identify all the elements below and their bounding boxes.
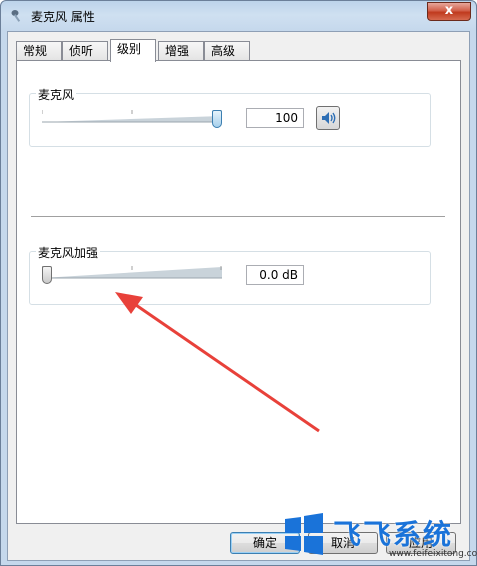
microphone-label: 麦克风 bbox=[36, 86, 77, 103]
slider-track bbox=[42, 266, 222, 279]
tab-enhancements[interactable]: 增强 bbox=[158, 41, 204, 61]
title-bar[interactable]: 麦克风 属性 x bbox=[1, 1, 476, 31]
tab-listen[interactable]: 侦听 bbox=[62, 41, 108, 61]
watermark: 飞飞系统 www.feifeixitong.com bbox=[281, 509, 477, 561]
tab-advanced[interactable]: 高级 bbox=[204, 41, 250, 61]
slider-track bbox=[42, 110, 222, 123]
microphone-value[interactable]: 100 bbox=[246, 108, 304, 128]
microphone-slider-thumb[interactable] bbox=[212, 110, 222, 128]
windows-logo-icon bbox=[285, 513, 323, 555]
levels-panel: 麦克风 100 麦克风加强 0.0 dB bbox=[16, 60, 461, 524]
tab-levels[interactable]: 级别 bbox=[110, 39, 156, 62]
microphone-slider[interactable] bbox=[42, 107, 222, 133]
window-title: 麦克风 属性 bbox=[31, 10, 95, 24]
boost-label: 麦克风加强 bbox=[36, 244, 101, 261]
tab-general[interactable]: 常规 bbox=[16, 41, 62, 61]
section-divider bbox=[31, 216, 445, 218]
boost-value[interactable]: 0.0 dB bbox=[246, 265, 304, 285]
watermark-url: www.feifeixitong.com bbox=[389, 549, 477, 559]
watermark-brand: 飞飞系统 bbox=[333, 518, 454, 551]
microphone-group: 麦克风 100 bbox=[29, 86, 431, 147]
client-area: 常规 侦听 级别 增强 高级 麦克风 100 麦克风加强 0.0 dB 确定 取… bbox=[7, 31, 470, 561]
properties-window: 麦克风 属性 x 常规 侦听 级别 增强 高级 麦克风 100 麦克风加强 0.… bbox=[0, 0, 477, 566]
close-button[interactable]: x bbox=[427, 2, 471, 21]
speaker-icon bbox=[322, 112, 336, 124]
annotation-arrow bbox=[115, 292, 320, 433]
boost-slider[interactable] bbox=[42, 263, 222, 289]
microphone-icon bbox=[11, 10, 21, 22]
boost-slider-thumb[interactable] bbox=[42, 266, 52, 284]
mute-toggle-button[interactable] bbox=[316, 106, 340, 130]
